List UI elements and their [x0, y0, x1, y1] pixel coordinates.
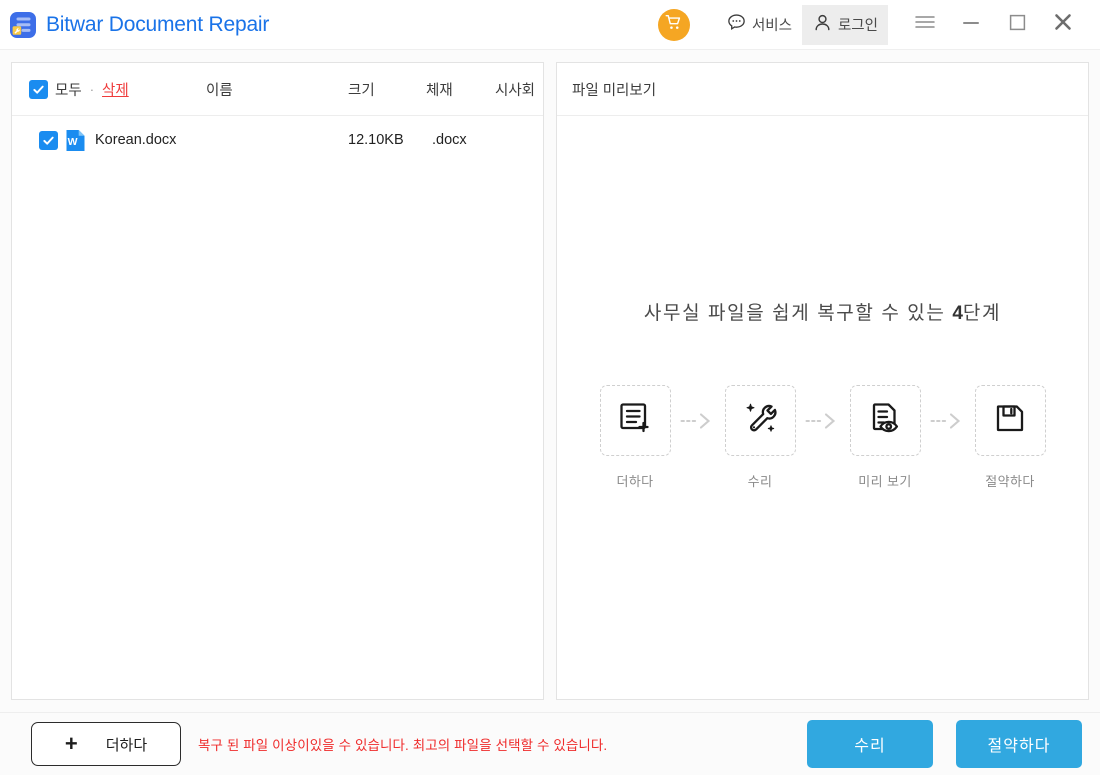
save-button[interactable]: 절약하다 — [956, 720, 1082, 768]
file-list-header: 모두 · 삭제 이름 크기 체재 시사회 — [12, 63, 543, 116]
dotted-arrow-right-icon-2 — [802, 385, 843, 456]
step-preview: 미리 보기 — [843, 385, 927, 490]
step-add-label: 더하다 — [616, 474, 654, 489]
file-list-panel: 모두 · 삭제 이름 크기 체재 시사회 W Korean.docx 12.10… — [11, 62, 544, 700]
app-brand: Bitwar Document Repair — [0, 11, 269, 39]
row-checkbox[interactable] — [39, 130, 58, 150]
select-all-checkbox[interactable] — [29, 79, 48, 99]
table-row[interactable]: W Korean.docx 12.10KB .docx — [12, 116, 543, 164]
login-label: 로그인 — [837, 18, 878, 34]
login-button[interactable]: 로그인 — [801, 4, 888, 45]
close-button[interactable] — [1040, 5, 1086, 45]
document-add-icon — [616, 399, 654, 442]
footer-bar: + 더하다 복구 된 파일 이상이있을 수 있습니다. 최고의 파일을 선택할 … — [0, 712, 1100, 775]
steps-title: 사무실 파일을 쉽게 복구할 수 있는 4단계 — [644, 298, 1001, 325]
step-preview-label: 미리 보기 — [858, 474, 912, 489]
preview-body: 사무실 파일을 쉽게 복구할 수 있는 4단계 더하다 수리 미리 보기 절약하… — [557, 116, 1088, 699]
step-save-box — [974, 385, 1046, 456]
column-header-format: 체재 — [426, 82, 453, 99]
file-format: .docx — [432, 132, 467, 148]
dotted-arrow-right-icon — [677, 385, 718, 456]
step-repair-box — [724, 385, 796, 456]
svg-text:W: W — [68, 136, 78, 148]
file-name: Korean.docx — [95, 132, 177, 148]
window-controls — [902, 5, 1100, 45]
repair-button[interactable]: 수리 — [807, 720, 933, 768]
plus-icon: + — [64, 731, 78, 756]
app-title: Bitwar Document Repair — [46, 12, 270, 36]
steps-row: 더하다 수리 미리 보기 절약하다 — [593, 385, 1052, 490]
step-repair-label: 수리 — [747, 474, 773, 489]
delete-link[interactable]: 삭제 — [102, 79, 129, 100]
step-preview-box — [849, 385, 921, 456]
file-size: 12.10KB — [348, 132, 404, 148]
service-label: 서비스 — [751, 18, 792, 34]
file-list-body: W Korean.docx 12.10KB .docx — [12, 116, 543, 699]
header-separator: · — [89, 81, 95, 97]
step-add: 더하다 — [593, 385, 677, 490]
user-person-icon — [812, 12, 833, 37]
step-save-label: 절약하다 — [985, 474, 1035, 489]
preview-header-label: 파일 미리보기 — [572, 82, 657, 99]
step-add-box — [599, 385, 671, 456]
document-wrench-icon — [9, 11, 37, 39]
preview-panel: 파일 미리보기 사무실 파일을 쉽게 복구할 수 있는 4단계 더하다 수리 미… — [556, 62, 1089, 700]
minimize-button[interactable] — [948, 5, 994, 45]
steps-title-suffix: 단계 — [962, 303, 1002, 324]
add-file-label: 더하다 — [105, 736, 148, 754]
step-save: 절약하다 — [968, 385, 1052, 490]
wrench-repair-icon — [741, 399, 779, 442]
step-repair: 수리 — [718, 385, 802, 490]
maximize-button[interactable] — [994, 5, 1040, 45]
add-file-button[interactable]: + 더하다 — [31, 722, 181, 766]
document-eye-preview-icon — [866, 399, 904, 442]
app-window: Bitwar Document Repair 서비스 로그인 모두 · 삭제 이… — [0, 0, 1100, 775]
column-header-size: 크기 — [348, 82, 375, 99]
warning-message: 복구 된 파일 이상이있을 수 있습니다. 최고의 파일을 선택할 수 있습니다… — [198, 738, 608, 753]
steps-title-number: 4 — [952, 303, 963, 324]
title-bar: Bitwar Document Repair 서비스 로그인 — [0, 0, 1100, 50]
service-button[interactable]: 서비스 — [716, 5, 802, 45]
dotted-arrow-right-icon-3 — [927, 385, 968, 456]
shopping-cart-icon — [665, 14, 682, 36]
column-header-preview: 시사회 — [495, 82, 536, 99]
word-document-icon: W — [64, 129, 87, 152]
shopping-cart-button[interactable] — [657, 8, 690, 41]
close-icon — [1053, 12, 1073, 37]
main-content: 모두 · 삭제 이름 크기 체재 시사회 W Korean.docx 12.10… — [0, 50, 1100, 700]
select-all-label: 모두 — [55, 82, 82, 99]
select-all-group[interactable]: 모두 · 삭제 — [29, 79, 129, 100]
hamburger-menu-icon — [914, 14, 936, 35]
steps-title-prefix: 사무실 파일을 쉽게 복구할 수 있는 — [643, 303, 953, 324]
maximize-icon — [1009, 14, 1026, 36]
floppy-disk-save-icon — [993, 401, 1027, 440]
column-header-name: 이름 — [206, 82, 233, 99]
preview-header: 파일 미리보기 — [557, 63, 1088, 116]
chat-bubble-icon — [726, 12, 747, 37]
minimize-icon — [962, 16, 980, 34]
menu-button[interactable] — [902, 5, 948, 45]
